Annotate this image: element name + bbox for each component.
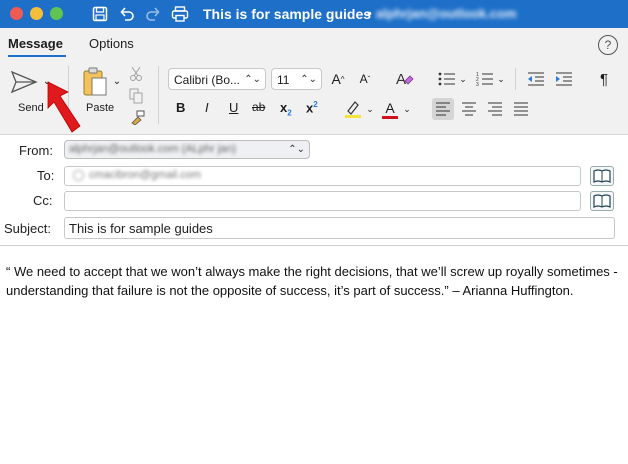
account-email: alphrjan@outlook.com [376, 6, 517, 21]
font-size-value: 11 [277, 73, 290, 87]
bold-button[interactable]: B [176, 100, 185, 115]
subject-label: Subject: [4, 221, 51, 236]
strikethrough-button[interactable]: ab [252, 100, 265, 114]
italic-button[interactable]: I [205, 100, 209, 115]
cc-field[interactable] [64, 191, 581, 211]
redo-icon[interactable] [143, 4, 163, 24]
send-icon[interactable] [8, 68, 40, 96]
annotation-arrow-icon [47, 81, 81, 133]
close-window-button[interactable] [10, 7, 23, 20]
ribbon-toolbar: ⌄ Send ⌄ Paste Calibri (Bo... ⌃⌄ 11 ⌃⌄ A… [0, 58, 628, 135]
cut-icon[interactable] [128, 66, 144, 82]
cc-address-book-icon[interactable] [590, 191, 614, 211]
highlight-icon[interactable] [342, 98, 364, 120]
send-button-label: Send [18, 102, 44, 114]
help-icon[interactable]: ? [598, 35, 618, 55]
subject-value: This is for sample guides [69, 221, 213, 236]
print-icon[interactable] [170, 4, 190, 24]
tab-message[interactable]: Message [8, 36, 63, 51]
align-right-icon[interactable] [484, 98, 506, 120]
cc-label: Cc: [33, 193, 53, 208]
zoom-window-button[interactable] [50, 7, 63, 20]
justify-icon[interactable] [510, 98, 532, 120]
from-dropdown[interactable]: alphrjan@outlook.com (ALphr jan) ⌃⌄ [64, 140, 310, 159]
decrease-font-size-icon[interactable]: Aˇ [356, 70, 374, 88]
underline-button[interactable]: U [229, 100, 238, 115]
numbering-chevron-icon[interactable]: ⌄ [496, 74, 506, 84]
font-name-dropdown[interactable]: Calibri (Bo... ⌃⌄ [168, 68, 266, 90]
from-label: From: [19, 143, 53, 158]
clear-formatting-icon[interactable]: A [393, 68, 415, 90]
bullets-chevron-icon[interactable]: ⌄ [458, 74, 468, 84]
align-center-icon[interactable] [458, 98, 480, 120]
font-size-dropdown[interactable]: 11 ⌃⌄ [271, 68, 322, 90]
font-color-swatch [382, 115, 398, 119]
window-title: This is for sample guides [203, 6, 372, 22]
paste-button-label: Paste [86, 102, 115, 114]
header-body-divider [0, 245, 628, 246]
subscript-button[interactable]: x2 [280, 100, 292, 118]
message-body[interactable]: “ We need to accept that we won’t always… [6, 262, 618, 300]
title-bar: This is for sample guides • alphrjan@out… [0, 0, 628, 28]
highlight-chevron-icon[interactable]: ⌄ [365, 104, 375, 114]
superscript-button[interactable]: x2 [306, 100, 318, 115]
numbering-icon[interactable]: 123 [474, 68, 496, 90]
svg-text:3: 3 [476, 82, 479, 87]
increase-indent-icon[interactable] [553, 68, 575, 90]
svg-text:A: A [396, 71, 406, 88]
chevron-updown-icon: ⌃⌄ [288, 144, 305, 155]
show-formatting-marks-icon[interactable]: ¶ [596, 70, 612, 88]
copy-icon[interactable] [128, 88, 144, 104]
to-address-book-icon[interactable] [590, 166, 614, 186]
decrease-indent-icon[interactable] [525, 68, 547, 90]
chevron-updown-icon: ⌃⌄ [300, 74, 317, 85]
tab-options[interactable]: Options [89, 36, 134, 51]
bullets-icon[interactable] [436, 68, 458, 90]
undo-icon[interactable] [117, 4, 137, 24]
font-color-chevron-icon[interactable]: ⌄ [402, 104, 412, 114]
ribbon-separator [515, 68, 516, 90]
subject-field[interactable]: This is for sample guides [64, 217, 615, 239]
active-tab-indicator [8, 55, 66, 57]
format-painter-icon[interactable] [128, 108, 146, 126]
font-color-letter: A [385, 99, 395, 116]
title-separator: • [367, 5, 372, 21]
minimize-window-button[interactable] [30, 7, 43, 20]
save-icon[interactable] [90, 4, 110, 24]
to-value: cmacibron@gmail.com [89, 169, 202, 181]
chevron-updown-icon: ⌃⌄ [244, 74, 261, 85]
ribbon-separator [158, 66, 159, 124]
increase-font-size-icon[interactable]: A ^ [329, 70, 347, 88]
ribbon-tabs: Message Options [0, 28, 628, 58]
font-name-value: Calibri (Bo... [174, 73, 241, 87]
to-field[interactable]: cmacibron@gmail.com [64, 166, 581, 186]
paste-options-chevron-icon[interactable]: ⌄ [112, 76, 122, 87]
from-value: alphrjan@outlook.com (ALphr jan) [69, 143, 237, 155]
font-color-icon[interactable]: A [380, 98, 400, 120]
contact-icon [73, 170, 84, 181]
align-left-icon[interactable] [432, 98, 454, 120]
to-label: To: [37, 168, 55, 183]
